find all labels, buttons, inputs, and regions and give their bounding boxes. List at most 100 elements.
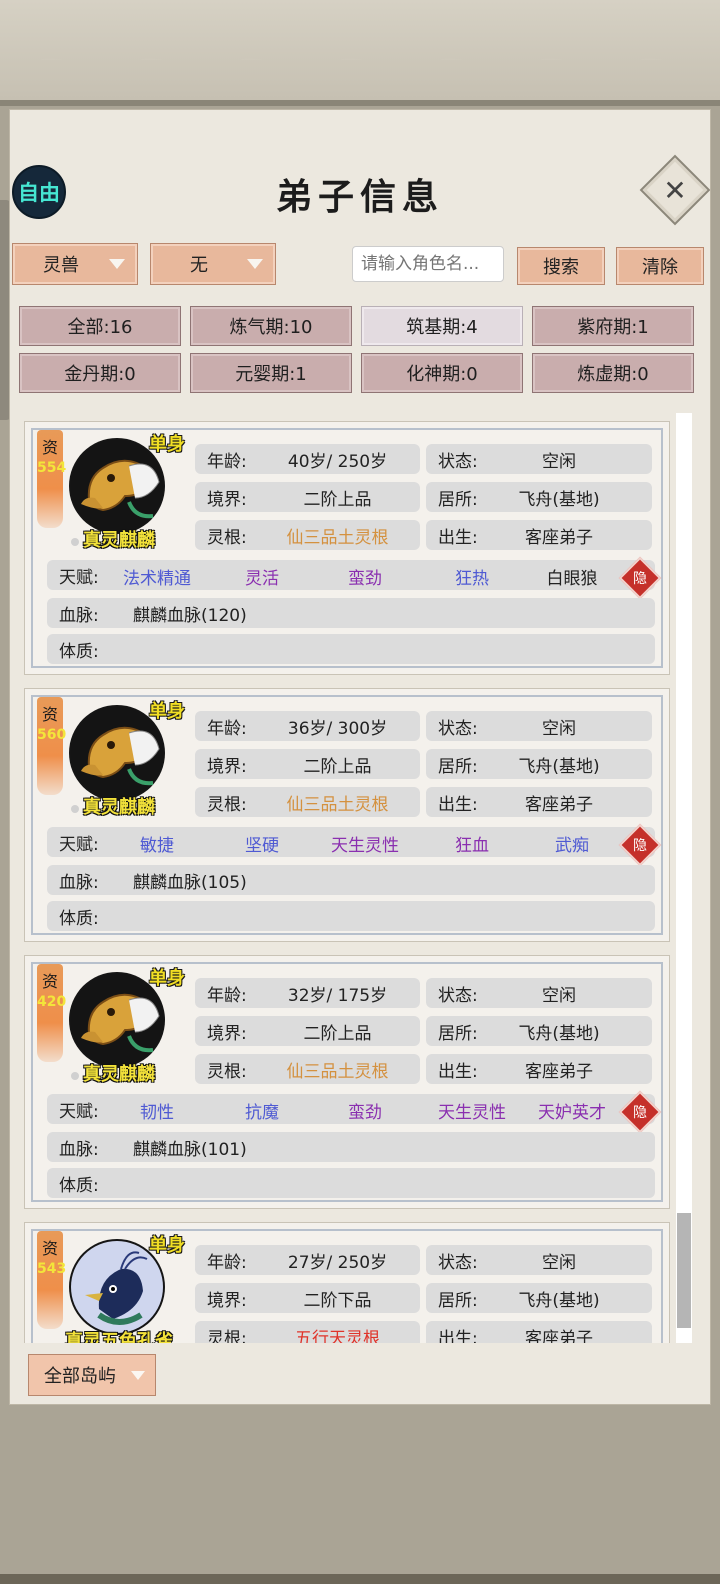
info-label: 灵根:: [207, 527, 247, 548]
close-icon: ✕: [663, 173, 687, 207]
realm-filter-button[interactable]: 紫府期:1: [532, 306, 694, 346]
disciple-list[interactable]: 资 554 单身 真灵麒麟 年龄: 40岁/ 250岁 状态: 空闲 境界: 二阶上品 居所: 飞舟(…: [24, 413, 672, 1343]
info-label: 灵根:: [207, 794, 247, 815]
realm-filter-button[interactable]: 炼虚期:0: [532, 353, 694, 393]
info-cell-realm: 境界: 二阶上品: [195, 1016, 420, 1046]
info-cell-age: 年龄: 27岁/ 250岁: [195, 1245, 420, 1275]
bloodline-value: 麒麟血脉(105): [133, 872, 247, 893]
talent-tag[interactable]: 敏捷: [102, 831, 212, 856]
aptitude-label: 资: [41, 1239, 58, 1258]
type-select[interactable]: 灵兽: [12, 243, 138, 285]
talent-tag[interactable]: 抗魔: [207, 1098, 317, 1123]
realm-filter-button[interactable]: 全部:16: [19, 306, 181, 346]
bloodline-label: 血脉:: [59, 872, 99, 893]
talent-tag[interactable]: 蛮劲: [310, 564, 420, 589]
info-label: 灵根:: [207, 1061, 247, 1082]
info-value: 36岁/ 300岁: [287, 718, 388, 739]
info-label: 年龄:: [207, 985, 247, 1006]
hide-label: 隐: [633, 1105, 647, 1121]
talent-tag[interactable]: 武痴: [517, 831, 627, 856]
talent-tag[interactable]: 天生灵性: [310, 831, 420, 856]
info-cell-status: 状态: 空闲: [426, 444, 652, 474]
physique-label: 体质:: [59, 1175, 99, 1196]
talent-tag[interactable]: 白眼狼: [517, 564, 627, 589]
realm-filter-button[interactable]: 筑基期:4: [361, 306, 523, 346]
physique-row: 体质:: [47, 1168, 655, 1198]
info-cell-root: 灵根: 仙三品土灵根: [195, 787, 420, 817]
disciple-card[interactable]: 资 554 单身 真灵麒麟 年龄: 40岁/ 250岁 状态: 空闲 境界: 二阶上品 居所: 飞舟(…: [24, 421, 670, 675]
aptitude-tag: 资 560: [37, 697, 67, 795]
bottom-border: [0, 1574, 720, 1584]
talent-tag[interactable]: 韧性: [102, 1098, 212, 1123]
disciple-card[interactable]: 资 560 单身 真灵麒麟 年龄: 36岁/ 300岁 状态: 空闲 境界: 二阶上品 居所: 飞舟(…: [24, 688, 670, 942]
chevron-down-icon: [109, 259, 125, 269]
info-label: 年龄:: [207, 1252, 247, 1273]
info-label: 年龄:: [207, 451, 247, 472]
type-select-value: 灵兽: [43, 255, 79, 276]
realm-filter-button[interactable]: 元婴期:1: [190, 353, 352, 393]
talent-tag[interactable]: 灵活: [207, 564, 317, 589]
island-select[interactable]: 全部岛屿: [28, 1354, 156, 1396]
talent-tag[interactable]: 法术精通: [102, 564, 212, 589]
aptitude-value: 543: [37, 1261, 67, 1277]
realm-filter-button[interactable]: 金丹期:0: [19, 353, 181, 393]
search-input[interactable]: [352, 246, 504, 282]
info-label: 灵根:: [207, 1328, 247, 1344]
search-button[interactable]: 搜索: [517, 247, 605, 285]
marital-status-label: 单身: [149, 701, 185, 722]
info-label: 年龄:: [207, 718, 247, 739]
talent-tag[interactable]: 坚硬: [207, 831, 317, 856]
info-cell-residence: 居所: 飞舟(基地): [426, 1283, 652, 1313]
info-value: 二阶上品: [303, 489, 372, 510]
marital-status-label: 单身: [149, 434, 185, 455]
physique-row: 体质:: [47, 634, 655, 664]
info-cell-realm: 境界: 二阶上品: [195, 482, 420, 512]
sub-type-select[interactable]: 无: [150, 243, 276, 285]
info-cell-age: 年龄: 32岁/ 175岁: [195, 978, 420, 1008]
hide-label: 隐: [633, 571, 647, 587]
info-value: 飞舟(基地): [518, 756, 600, 777]
talent-label: 天赋:: [59, 567, 99, 588]
aptitude-label: 资: [41, 972, 58, 991]
info-cell-residence: 居所: 飞舟(基地): [426, 1016, 652, 1046]
info-value: 客座弟子: [525, 1328, 593, 1344]
info-value: 客座弟子: [525, 527, 593, 548]
aptitude-value: 554: [37, 460, 67, 476]
info-value: 飞舟(基地): [518, 1290, 600, 1311]
info-cell-age: 年龄: 36岁/ 300岁: [195, 711, 420, 741]
beast-name: 真灵五色孔雀: [65, 1331, 173, 1343]
info-value: 二阶上品: [303, 756, 372, 777]
info-cell-root: 灵根: 仙三品土灵根: [195, 1054, 420, 1084]
info-cell-birth: 出生: 客座弟子: [426, 1054, 652, 1084]
talent-tag[interactable]: 天生灵性: [417, 1098, 527, 1123]
info-label: 境界:: [207, 489, 247, 510]
info-value: 32岁/ 175岁: [287, 985, 388, 1006]
info-cell-status: 状态: 空闲: [426, 978, 652, 1008]
aptitude-value: 560: [37, 727, 67, 743]
clear-button[interactable]: 清除: [616, 247, 704, 285]
talent-tag[interactable]: 天妒英才: [517, 1098, 627, 1123]
bloodline-label: 血脉:: [59, 605, 99, 626]
realm-filter-button[interactable]: 炼气期:10: [190, 306, 352, 346]
bloodline-row: 血脉: 麒麟血脉(101): [47, 1132, 655, 1162]
aptitude-tag: 资 543: [37, 1231, 67, 1329]
info-value: 仙三品土灵根: [286, 527, 389, 548]
disciple-card[interactable]: 资 420 单身 真灵麒麟 年龄: 32岁/ 175岁 状态: 空闲 境界: 二阶上品 居所: 飞舟(…: [24, 955, 670, 1209]
marital-status-label: 单身: [149, 968, 185, 989]
list-scrollbar-track[interactable]: [676, 413, 692, 1343]
talent-tag[interactable]: 狂热: [417, 564, 527, 589]
info-label: 境界:: [207, 1290, 247, 1311]
disciple-card[interactable]: 资 543 单身 真灵五色孔雀 年龄: 27岁/ 250岁 状态: 空闲 境界: 二阶下品 居所: 飞…: [24, 1222, 670, 1343]
talent-label: 天赋:: [59, 834, 99, 855]
realm-filter-button[interactable]: 化神期:0: [361, 353, 523, 393]
bloodline-value: 麒麟血脉(120): [133, 605, 247, 626]
free-mode-badge[interactable]: 自由: [12, 165, 66, 219]
talent-tag[interactable]: 狂血: [417, 831, 527, 856]
list-scrollbar-thumb[interactable]: [677, 1213, 691, 1328]
aptitude-label: 资: [41, 705, 58, 724]
bloodline-row: 血脉: 麒麟血脉(120): [47, 598, 655, 628]
info-cell-birth: 出生: 客座弟子: [426, 520, 652, 550]
talent-tag[interactable]: 蛮劲: [310, 1098, 420, 1123]
info-value: 空闲: [542, 985, 576, 1006]
aptitude-tag: 资 554: [37, 430, 67, 528]
